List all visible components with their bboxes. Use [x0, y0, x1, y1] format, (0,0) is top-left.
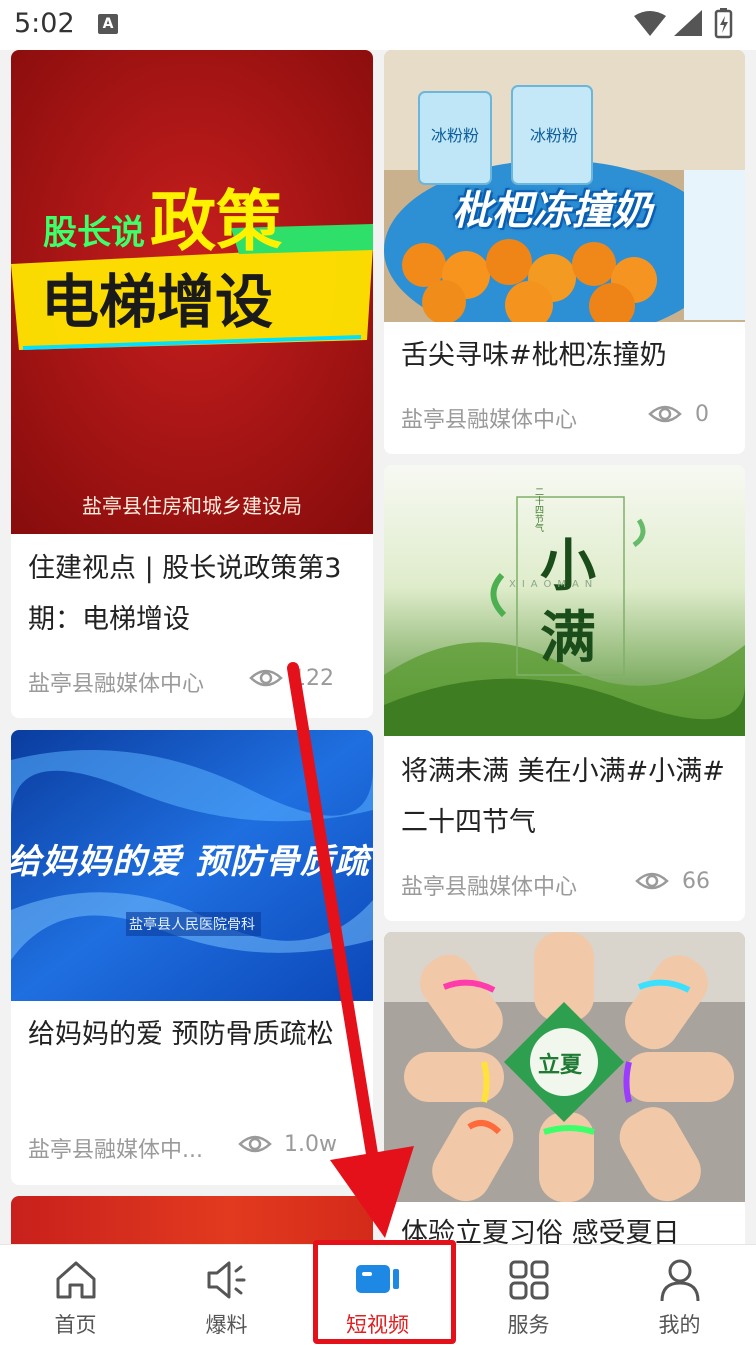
- megaphone-icon: [207, 1261, 245, 1299]
- video-thumbnail[interactable]: [11, 1196, 373, 1244]
- thumb-pinyin: XIAOMAN: [509, 579, 599, 590]
- video-card[interactable]: 给妈妈的爱 预防骨质疏 盐亭县人民医院骨科 给妈妈的爱 预防骨质疏松 盐亭县融媒…: [11, 730, 373, 1185]
- status-time: 5:02: [14, 8, 75, 39]
- video-source: 盐亭县融媒体中心: [401, 408, 578, 433]
- view-count: 0: [695, 402, 709, 427]
- nav-mine[interactable]: 我的: [604, 1245, 755, 1345]
- video-title[interactable]: 舌尖寻味#枇杷冻撞奶: [401, 330, 731, 381]
- eye-icon: [648, 405, 682, 423]
- view-count: 66: [682, 869, 710, 894]
- video-thumbnail[interactable]: 给妈妈的爱 预防骨质疏 盐亭县人民医院骨科: [11, 730, 373, 1001]
- thumb-text-line2: 电梯增设: [41, 268, 274, 336]
- video-title[interactable]: 给妈妈的爱 预防骨质疏松: [28, 1009, 359, 1060]
- video-meta: 盐亭县融媒体中心 66: [401, 863, 731, 903]
- thumb-sub: 盐亭县人民医院骨科: [129, 917, 255, 933]
- video-thumbnail[interactable]: 二十四节气 小 XIAOMAN 满: [384, 465, 745, 736]
- video-source: 盐亭县融媒体中心: [401, 875, 578, 900]
- eye-icon: [249, 669, 283, 687]
- video-card[interactable]: 冰粉粉 冰粉粉 枇杷冻撞奶 舌尖寻味#枇杷冻撞奶 盐亭县融媒体中心 0: [384, 50, 745, 454]
- video-title[interactable]: 住建视点 | 股长说政策第3期：电梯增设: [28, 543, 359, 645]
- nav-label: 爆料: [205, 1313, 248, 1337]
- video-card[interactable]: 立夏 体验立夏习俗 感受夏日: [384, 932, 745, 1244]
- nav-baoliao[interactable]: 爆料: [151, 1245, 302, 1345]
- thumb-text-line1: 股长说 政策: [43, 183, 283, 260]
- video-meta: 盐亭县融媒体中... 1.0w: [28, 1126, 359, 1166]
- nav-label: 我的: [658, 1313, 701, 1337]
- pack-label-2: 冰粉粉: [530, 126, 579, 145]
- status-bar: 5:02 A: [0, 0, 756, 50]
- pack-label: 冰粉粉: [431, 126, 480, 145]
- thumb-badge: 立夏: [538, 1053, 583, 1078]
- video-thumbnail[interactable]: 冰粉粉 冰粉粉 枇杷冻撞奶: [384, 50, 745, 322]
- user-icon: [660, 1259, 699, 1302]
- status-icons: [634, 8, 733, 39]
- video-title[interactable]: 体验立夏习俗 感受夏日: [401, 1208, 731, 1244]
- video-card[interactable]: [11, 1196, 373, 1244]
- wifi-icon: [634, 11, 666, 36]
- video-source: 盐亭县融媒体中心: [28, 672, 205, 697]
- home-icon: [56, 1261, 95, 1299]
- nav-label: 首页: [54, 1313, 97, 1337]
- video-meta: 盐亭县融媒体中心 0: [401, 396, 731, 436]
- view-count: 122: [292, 666, 334, 691]
- eye-icon: [238, 1135, 272, 1153]
- video-thumbnail[interactable]: 立夏: [384, 932, 745, 1202]
- video-source: 盐亭县融媒体中...: [28, 1138, 203, 1163]
- nav-label: 服务: [507, 1313, 550, 1337]
- thumb-char-2: 满: [540, 606, 596, 671]
- nav-service[interactable]: 服务: [453, 1245, 604, 1345]
- video-card[interactable]: 股长说 政策 电梯增设 盐亭县住房和城乡建设局 住建视点 | 股长说政策第3期：…: [11, 50, 373, 718]
- highlight-box: [313, 1240, 456, 1344]
- video-feed[interactable]: 股长说 政策 电梯增设 盐亭县住房和城乡建设局 住建视点 | 股长说政策第3期：…: [0, 50, 756, 1244]
- video-title[interactable]: 将满未满 美在小满#小满#二十四节气: [401, 746, 731, 848]
- nav-home[interactable]: 首页: [0, 1245, 151, 1345]
- signal-icon: [674, 10, 702, 36]
- thumb-headline: 枇杷冻撞奶: [452, 188, 652, 234]
- video-card[interactable]: 二十四节气 小 XIAOMAN 满 将满未满 美在小满#小满#二十四节气 盐亭县…: [384, 465, 745, 921]
- notification-icon: A: [98, 14, 118, 34]
- eye-icon: [635, 872, 669, 890]
- thumb-footer: 盐亭县住房和城乡建设局: [82, 494, 302, 518]
- video-thumbnail[interactable]: 股长说 政策 电梯增设 盐亭县住房和城乡建设局: [11, 50, 373, 534]
- grid-icon: [509, 1260, 548, 1300]
- video-meta: 盐亭县融媒体中心 122: [28, 660, 359, 700]
- view-count: 1.0w: [284, 1132, 337, 1157]
- thumb-headline: 给妈妈的爱 预防骨质疏: [11, 842, 370, 882]
